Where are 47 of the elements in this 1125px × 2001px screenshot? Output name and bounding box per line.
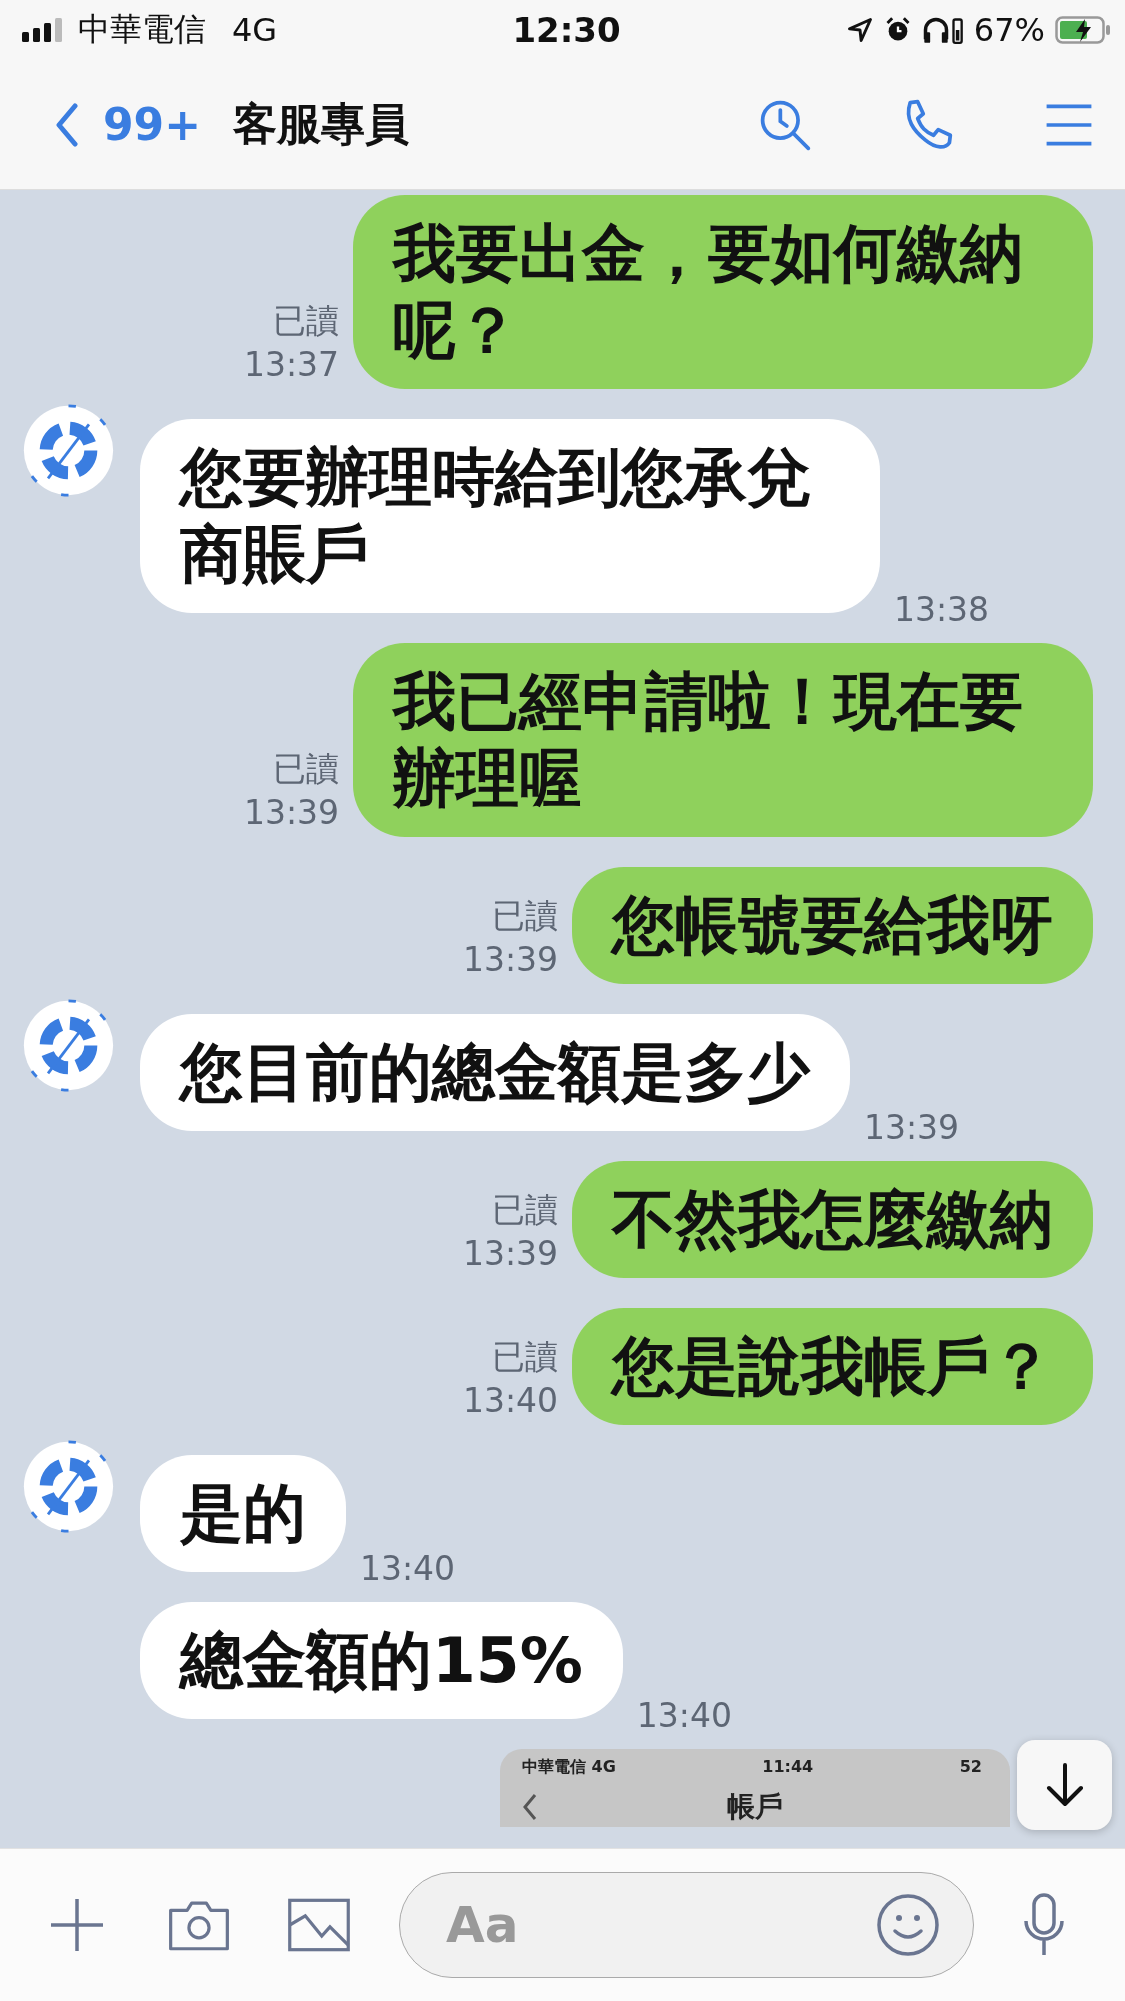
sent-message-bubble: 您是說我帳戶？ — [572, 1308, 1093, 1425]
message-time: 13:39 — [243, 792, 339, 834]
avatar-icon[interactable] — [22, 999, 115, 1092]
screenshot-message[interactable]: 中華電信 4G 11:44 52 帳戶 — [500, 1749, 1010, 1827]
read-receipt: 已讀 — [492, 1336, 558, 1378]
location-arrow-icon — [845, 16, 874, 44]
read-receipt: 已讀 — [273, 300, 339, 342]
sent-message-bubble: 您帳號要給我呀 — [572, 867, 1093, 984]
battery-percent: 67% — [973, 11, 1045, 49]
read-receipt: 已讀 — [492, 895, 558, 937]
message-input-field[interactable]: Aa — [399, 1872, 974, 1978]
message-time: 13:39 — [462, 1233, 558, 1275]
microphone-icon[interactable] — [1022, 1893, 1066, 1957]
scroll-down-button[interactable] — [1017, 1740, 1112, 1830]
battery-charging-icon — [1055, 16, 1111, 44]
carrier-name: 中華電信 4G — [522, 1757, 616, 1778]
chevron-left-icon — [55, 102, 79, 147]
message-time: 13:40 — [360, 1549, 456, 1588]
received-message-bubble: 總金額的15% — [140, 1602, 623, 1719]
received-message-bubble: 您目前的總金額是多少 — [140, 1014, 850, 1131]
clock-time: 11:44 — [762, 1757, 814, 1778]
read-receipt: 已讀 — [492, 1189, 558, 1231]
chat-title: 客服專員 — [233, 97, 410, 151]
message-time: 13:37 — [243, 344, 339, 386]
network-type: 4G — [232, 11, 278, 49]
chevron-left-icon — [522, 1793, 538, 1821]
emoji-icon[interactable] — [876, 1893, 940, 1957]
message-time: 13:40 — [636, 1696, 732, 1735]
avatar-icon[interactable] — [22, 404, 115, 497]
avatar-icon[interactable] — [22, 1440, 115, 1533]
message-time: 13:39 — [462, 939, 558, 981]
sent-message-bubble: 我已經申請啦！現在要辦理喔 — [353, 643, 1093, 837]
screen-title: 帳戶 — [727, 1789, 783, 1825]
carrier-name: 中華電信 — [78, 9, 206, 50]
read-receipt: 已讀 — [273, 748, 339, 790]
received-message-bubble: 您要辦理時給到您承兌商賬戶 — [140, 419, 880, 613]
message-time: 13:38 — [894, 590, 990, 629]
battery-percent: 52 — [959, 1757, 982, 1778]
back-button[interactable]: 99+ — [55, 99, 202, 150]
headphones-icon — [921, 16, 964, 44]
message-time: 13:40 — [462, 1380, 558, 1422]
message-time: 13:39 — [864, 1108, 960, 1147]
clock-time: 12:30 — [512, 10, 621, 50]
received-message-bubble: 是的 — [140, 1455, 346, 1572]
sent-message-bubble: 我要出金，要如何繳納呢？ — [353, 195, 1093, 389]
sent-message-bubble: 不然我怎麼繳納 — [572, 1161, 1093, 1278]
arrow-down-icon — [1044, 1763, 1085, 1807]
